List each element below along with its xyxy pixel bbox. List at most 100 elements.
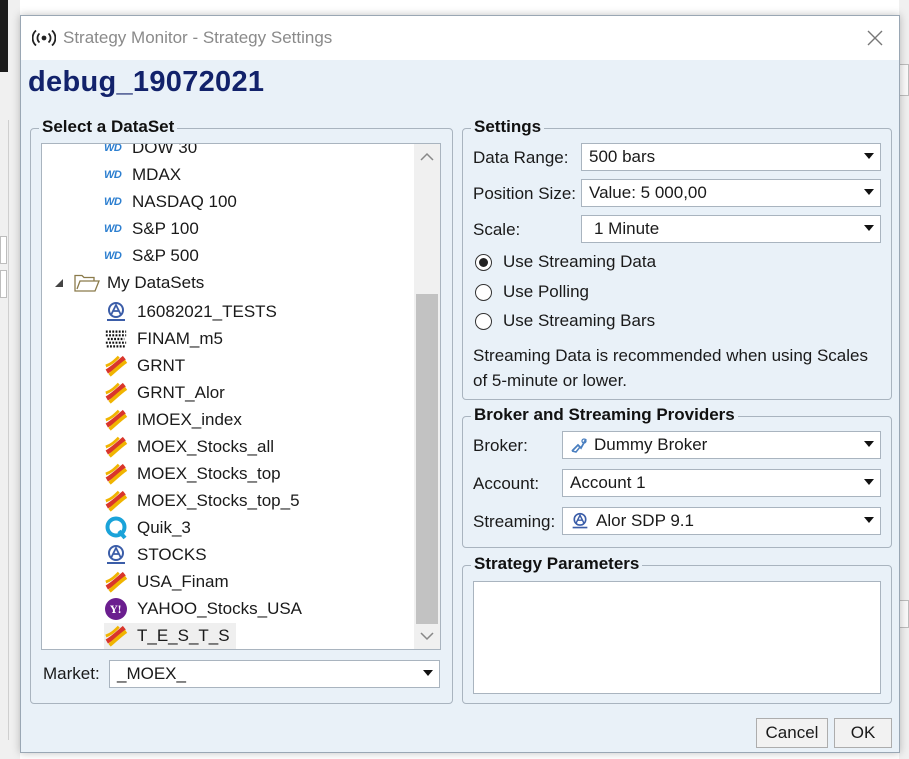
position-size-value: Value: 5 000,00 [589, 183, 707, 202]
dataset-group-title: Select a DataSet [39, 117, 178, 137]
tree-item[interactable]: WD NASDAQ 100 [104, 189, 237, 215]
tree-item[interactable]: Y! YAHOO_Stocks_USA [104, 596, 302, 622]
dataset-group: Select a DataSet WD DOW 30 WD MDAX WD NA… [30, 117, 453, 704]
close-icon [867, 30, 883, 46]
chevron-down-icon [420, 632, 434, 641]
tree-item[interactable]: MOEX_Stocks_all [104, 434, 274, 460]
radio-selected-icon[interactable] [475, 253, 492, 271]
moex-logo-icon [104, 490, 128, 512]
settings-group-title: Settings [471, 117, 545, 137]
position-size-dropdown[interactable]: Value: 5 000,00 [581, 179, 881, 207]
data-range-dropdown[interactable]: 500 bars [581, 143, 881, 171]
tree-folder-my-datasets[interactable]: My DataSets [54, 270, 204, 296]
wd-logo-icon: WD [104, 143, 122, 154]
background-field [0, 236, 7, 264]
broker-dropdown[interactable]: Dummy Broker [562, 431, 881, 459]
quik-logo-icon [104, 516, 128, 540]
moex-logo-icon [104, 382, 128, 404]
wd-logo-icon: WD [104, 196, 122, 208]
close-button[interactable] [861, 24, 889, 52]
dummy-broker-icon [570, 436, 594, 454]
tree-item[interactable]: WD S&P 500 [104, 243, 199, 269]
tree-item[interactable]: MOEX_Stocks_top_5 [104, 488, 300, 514]
account-value: Account 1 [570, 473, 646, 492]
tree-scrollbar[interactable] [414, 144, 440, 649]
tree-item[interactable]: FINAM_m5 [104, 326, 223, 352]
dropdown-arrow-icon [864, 153, 874, 159]
scale-dropdown[interactable]: 1 Minute [581, 215, 881, 243]
dropdown-arrow-icon [864, 441, 874, 447]
radio-label: Use Polling [503, 282, 589, 301]
scale-label: Scale: [473, 220, 521, 239]
wd-logo-icon: WD [104, 223, 122, 235]
tree-item[interactable]: GRNT [104, 353, 185, 379]
streaming-note-line: of 5-minute or lower. [473, 371, 628, 390]
wd-logo-icon: WD [104, 169, 122, 181]
moex-logo-icon [104, 571, 128, 593]
background-divider [8, 120, 9, 740]
scroll-thumb[interactable] [416, 294, 438, 624]
radio-unselected-icon[interactable] [475, 312, 492, 330]
tree-item[interactable]: 16082021_TESTS [104, 299, 277, 325]
market-dropdown[interactable]: _MOEX_ [109, 660, 440, 688]
title-bar: Strategy Monitor - Strategy Settings [21, 16, 899, 60]
scroll-up-button[interactable] [414, 144, 440, 170]
wd-logo-icon: WD [104, 250, 122, 262]
alor-logo-icon [104, 301, 128, 323]
dropdown-arrow-icon [423, 670, 433, 676]
background-app-left [0, 0, 20, 759]
tree-item[interactable]: WD MDAX [104, 162, 181, 188]
chevron-up-icon [420, 152, 434, 161]
broadcast-icon [32, 28, 56, 48]
alor-logo-icon [104, 544, 128, 566]
market-label: Market: [43, 664, 100, 683]
streaming-label: Streaming: [473, 512, 556, 531]
tree-item[interactable]: GRNT_Alor [104, 380, 225, 406]
dataset-tree[interactable]: WD DOW 30 WD MDAX WD NASDAQ 100 WD S&P 1… [41, 143, 441, 650]
background-field [899, 64, 909, 96]
dropdown-arrow-icon [864, 517, 874, 523]
finam-logo-icon [104, 328, 128, 350]
strategy-settings-dialog: Strategy Monitor - Strategy Settings deb… [20, 15, 900, 753]
tree-item[interactable]: STOCKS [104, 542, 207, 568]
dropdown-arrow-icon [864, 479, 874, 485]
broker-label: Broker: [473, 436, 528, 455]
folder-icon [74, 274, 107, 292]
strategy-parameters-grid[interactable] [473, 581, 881, 694]
scale-value: 1 Minute [594, 219, 660, 238]
radio-label: Use Streaming Data [503, 252, 657, 271]
yahoo-logo-icon: Y! [104, 598, 128, 620]
background-dark-strip [0, 0, 8, 72]
radio-use-streaming-data[interactable]: Use Streaming Data [475, 252, 656, 272]
ok-button[interactable]: OK [834, 718, 892, 748]
broker-group: Broker and Streaming Providers Broker: D… [462, 405, 892, 548]
tree-item[interactable]: Quik_3 [104, 515, 191, 541]
scroll-down-button[interactable] [414, 623, 440, 649]
background-app-right [899, 0, 909, 759]
dropdown-arrow-icon [864, 189, 874, 195]
radio-use-polling[interactable]: Use Polling [475, 282, 589, 302]
tree-item[interactable]: WD S&P 100 [104, 216, 199, 242]
moex-logo-icon [104, 436, 128, 458]
strategy-name-heading: debug_19072021 [28, 66, 265, 98]
radio-label: Use Streaming Bars [503, 311, 656, 330]
account-dropdown[interactable]: Account 1 [562, 469, 881, 497]
streaming-note-line: Streaming Data is recommended when using… [473, 346, 868, 365]
strategy-parameters-group: Strategy Parameters [462, 554, 892, 704]
broker-value: Dummy Broker [594, 435, 708, 454]
cancel-button[interactable]: Cancel [756, 718, 828, 748]
tree-item[interactable]: MOEX_Stocks_top [104, 461, 281, 487]
dropdown-arrow-icon [864, 225, 874, 231]
tree-item-selected[interactable]: T_E_S_T_S [104, 623, 236, 649]
tree-item[interactable]: WD DOW 30 [104, 143, 197, 161]
data-range-label: Data Range: [473, 148, 569, 167]
moex-logo-icon [104, 355, 128, 377]
background-field [899, 600, 909, 628]
streaming-dropdown[interactable]: Alor SDP 9.1 [562, 507, 881, 535]
account-label: Account: [473, 474, 540, 493]
tree-item[interactable]: IMOEX_index [104, 407, 242, 433]
collapse-triangle-icon[interactable] [54, 278, 74, 288]
tree-item[interactable]: USA_Finam [104, 569, 229, 595]
radio-use-streaming-bars[interactable]: Use Streaming Bars [475, 311, 655, 331]
radio-unselected-icon[interactable] [475, 283, 492, 301]
